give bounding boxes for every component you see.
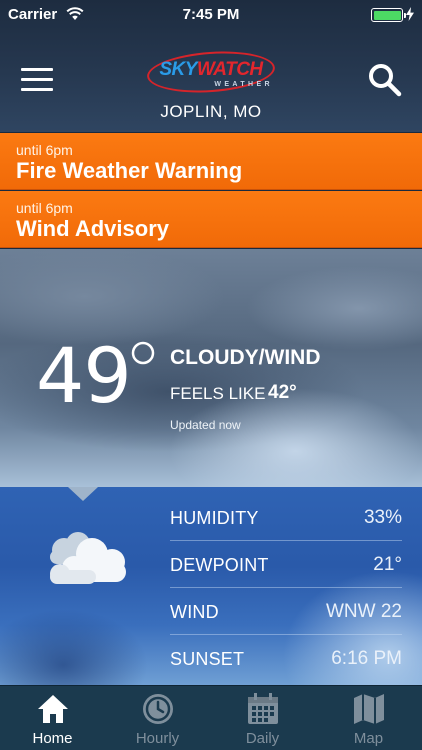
hamburger-menu-icon[interactable] [21, 68, 53, 92]
skywatch-logo: SKYWATCH WEATHER [145, 47, 277, 97]
tab-label: Daily [245, 730, 280, 747]
logo-sky-text: SKY [159, 59, 197, 80]
search-icon[interactable] [367, 62, 403, 98]
app-header: Carrier 7:45 PM SKYWATCH WEATHER JOPLIN,… [0, 0, 422, 132]
updated-timestamp: Updated now [170, 418, 241, 432]
cloudy-icon [50, 532, 126, 584]
degree-symbol [131, 341, 155, 365]
feels-like-value: 42° [268, 382, 297, 403]
detail-label: SUNSET [170, 649, 245, 669]
status-time: 7:45 PM [182, 6, 240, 23]
detail-row-humidity: HUMIDITY 33% [170, 494, 402, 541]
alert-until: until 6pm [16, 142, 73, 158]
tab-map[interactable]: Map [316, 686, 421, 750]
tab-label: Map [353, 730, 384, 747]
detail-row-sunset: SUNSET 6:16 PM [170, 635, 402, 682]
logo-tagline: WEATHER [214, 81, 273, 88]
tab-daily[interactable]: Daily [210, 686, 315, 750]
alert-title: Fire Weather Warning [16, 158, 243, 183]
condition-text: CLOUDY/WIND [170, 346, 321, 369]
detail-value: WNW 22 [326, 601, 402, 622]
alert-until: until 6pm [16, 200, 73, 216]
map-icon [354, 694, 384, 724]
feels-like-label: FEELS LIKE [170, 384, 266, 403]
tab-label: Home [32, 730, 73, 747]
detail-value: 6:16 PM [331, 648, 402, 669]
detail-label: HUMIDITY [170, 508, 259, 528]
detail-label: WIND [170, 602, 219, 622]
tab-bar: Home Hourly Daily Map [0, 685, 422, 750]
calendar-icon [248, 693, 278, 724]
clock-icon [143, 694, 173, 724]
battery-icon [371, 8, 406, 22]
charging-bolt-icon [406, 7, 414, 21]
panel-pointer [68, 487, 98, 501]
detail-value: 33% [363, 507, 402, 528]
detail-label: DEWPOINT [170, 555, 269, 575]
tab-hourly[interactable]: Hourly [105, 686, 210, 750]
detail-row-dewpoint: DEWPOINT 21° [170, 541, 402, 588]
home-icon [38, 695, 68, 723]
alert-wind-advisory[interactable]: until 6pm Wind Advisory [0, 191, 422, 248]
tab-label: Hourly [135, 730, 180, 747]
detail-value: 21° [373, 554, 402, 575]
current-temperature: 49 [36, 331, 132, 420]
tab-home[interactable]: Home [0, 686, 105, 750]
logo-watch-text: WATCH [196, 59, 263, 80]
location-label[interactable]: JOPLIN, MO [0, 102, 422, 122]
status-bar: Carrier 7:45 PM [0, 0, 422, 30]
alert-title: Wind Advisory [16, 216, 170, 241]
detail-row-wind: WIND WNW 22 [170, 588, 402, 635]
alert-fire-weather-warning[interactable]: until 6pm Fire Weather Warning [0, 133, 422, 190]
